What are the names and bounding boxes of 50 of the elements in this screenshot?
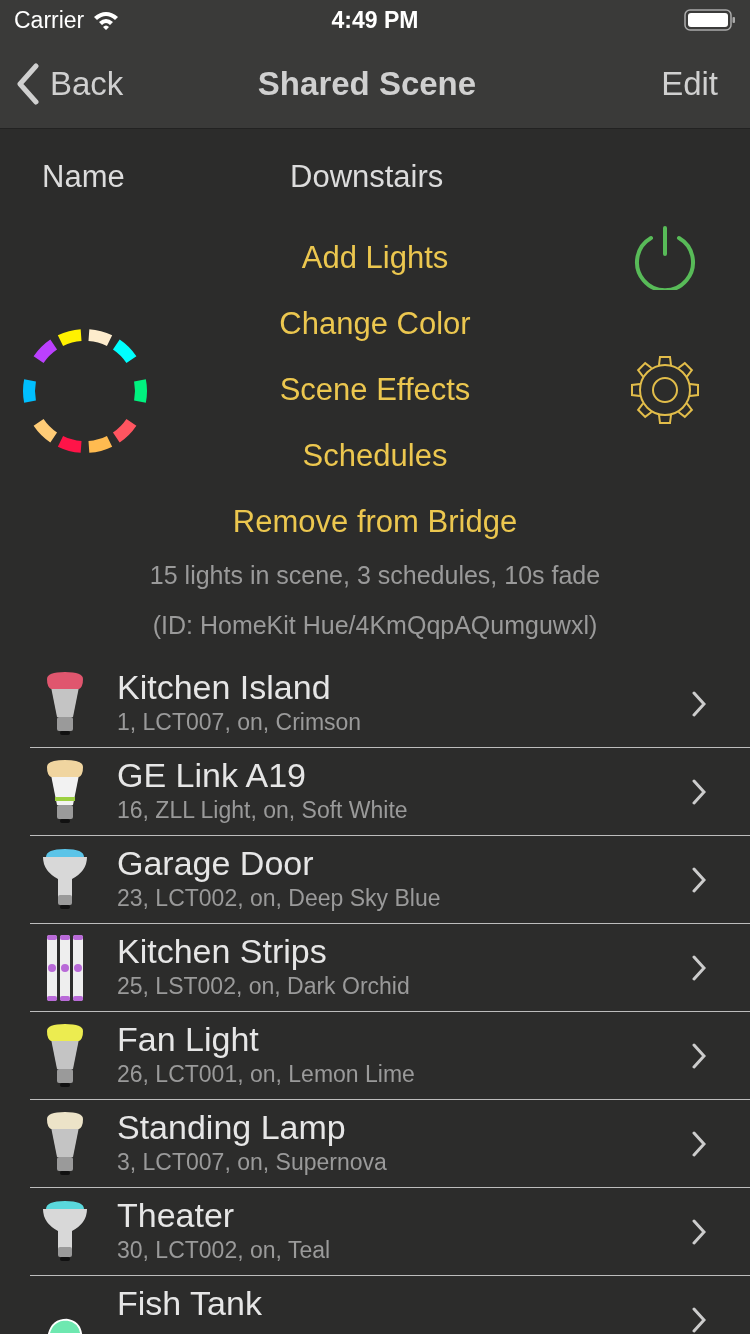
light-row[interactable]: Theater 30, LCT002, on, Teal: [30, 1188, 750, 1276]
chevron-left-icon: [16, 63, 40, 105]
name-label: Name: [42, 159, 126, 195]
light-detail: 3, LCT007, on, Supernova: [117, 1148, 388, 1177]
light-detail: 26, LCT001, on, Lemon Lime: [117, 1060, 416, 1089]
chevron-right-icon: [692, 866, 706, 893]
light-row[interactable]: GE Link A19 16, ZLL Light, on, Soft White: [30, 748, 750, 836]
chevron-right-icon: [692, 1218, 706, 1245]
scene-summary: 15 lights in scene, 3 schedules, 10s fade: [149, 560, 601, 591]
chevron-right-icon: [692, 1306, 706, 1333]
action-link[interactable]: Schedules: [302, 423, 448, 489]
settings-icon[interactable]: [630, 355, 700, 425]
light-name: Kitchen Strips: [117, 931, 328, 971]
light-row[interactable]: Fan Light 26, LCT001, on, Lemon Lime: [30, 1012, 750, 1100]
edit-button[interactable]: Edit: [661, 65, 718, 103]
light-name: Fish Tank: [117, 1283, 263, 1323]
light-name: Theater: [117, 1195, 236, 1235]
light-detail: 23, LCT002, on, Deep Sky Blue: [117, 884, 442, 913]
light-row[interactable]: Fish Tank: [30, 1276, 750, 1334]
action-link[interactable]: Scene Effects: [279, 357, 471, 423]
screen-title: Shared Scene: [257, 65, 477, 103]
light-name: Fan Light: [117, 1019, 260, 1059]
light-row[interactable]: Standing Lamp 3, LCT007, on, Supernova: [30, 1100, 750, 1188]
chevron-right-icon: [692, 778, 706, 805]
scene-id: (ID: HomeKit Hue/4KmQqpAQumguwxl): [152, 610, 598, 641]
light-detail: 30, LCT002, on, Teal: [117, 1236, 332, 1265]
battery-icon: [684, 9, 736, 31]
light-detail: 16, ZLL Light, on, Soft White: [117, 796, 409, 825]
light-detail: 25, LST002, on, Dark Orchid: [117, 972, 411, 1001]
chevron-right-icon: [692, 1042, 706, 1069]
chevron-right-icon: [692, 690, 706, 717]
chevron-right-icon: [692, 1130, 706, 1157]
light-row[interactable]: Kitchen Island 1, LCT007, on, Crimson: [30, 660, 750, 748]
light-name: Kitchen Island: [117, 667, 332, 707]
back-button[interactable]: Back: [16, 63, 124, 105]
action-link[interactable]: Change Color: [279, 291, 471, 357]
chevron-right-icon: [692, 954, 706, 981]
carrier-label: Carrier: [14, 6, 85, 34]
wifi-icon: [92, 10, 121, 30]
light-row[interactable]: Garage Door 23, LCT002, on, Deep Sky Blue: [30, 836, 750, 924]
light-detail: 1, LCT007, on, Crimson: [117, 708, 363, 737]
light-name: GE Link A19: [117, 755, 307, 795]
remove-link[interactable]: Remove from Bridge: [232, 494, 518, 550]
light-name: Garage Door: [117, 843, 315, 883]
status-time: 4:49 PM: [331, 6, 419, 34]
light-row[interactable]: Kitchen Strips 25, LST002, on, Dark Orchid: [30, 924, 750, 1012]
light-strip-icon: [45, 932, 85, 1003]
light-name: Standing Lamp: [117, 1107, 347, 1147]
action-link[interactable]: Add Lights: [301, 225, 449, 291]
scene-name: Downstairs: [290, 159, 444, 195]
